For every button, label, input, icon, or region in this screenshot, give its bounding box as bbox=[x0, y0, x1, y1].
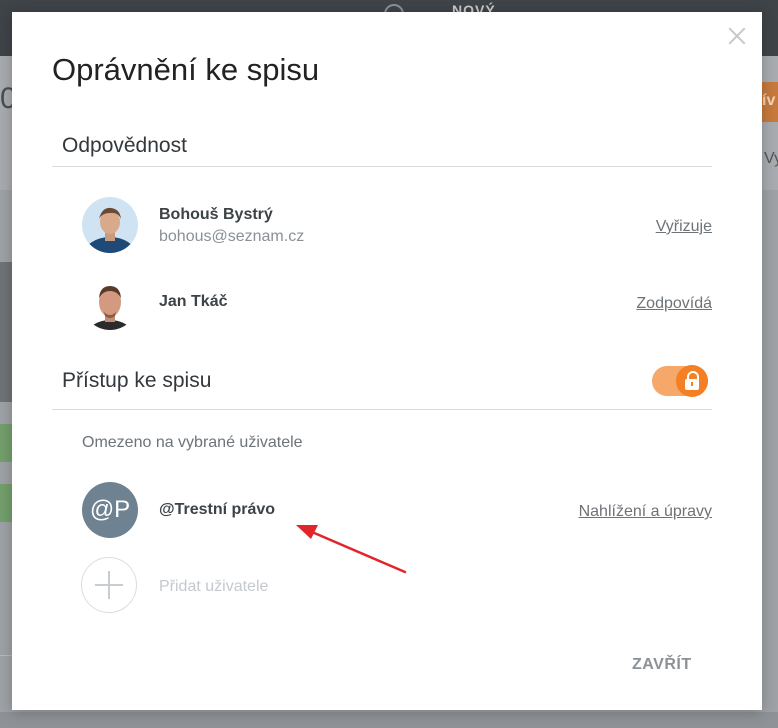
annotation-arrow bbox=[296, 525, 407, 574]
